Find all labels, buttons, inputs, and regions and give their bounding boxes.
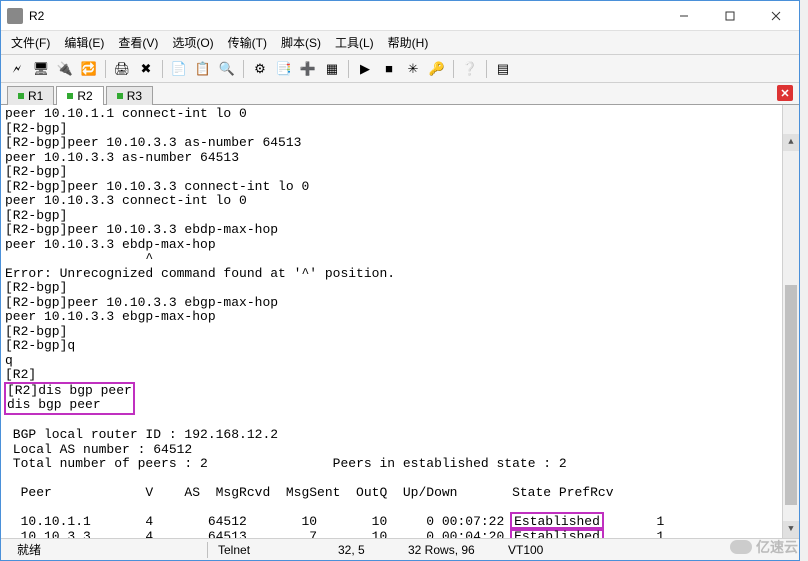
quick-connect-icon[interactable]: 🗲 bbox=[7, 59, 27, 79]
tab-r1[interactable]: R1 bbox=[7, 86, 54, 105]
tab-close-button[interactable]: ✕ bbox=[777, 85, 793, 101]
window-controls bbox=[661, 1, 799, 31]
minimize-button[interactable] bbox=[661, 1, 707, 31]
copy-icon[interactable]: 📄 bbox=[169, 59, 189, 79]
settings-icon[interactable]: ✳ bbox=[403, 59, 423, 79]
titlebar: R2 bbox=[1, 1, 799, 31]
disconnect-icon[interactable]: 🔌 bbox=[55, 59, 75, 79]
status-size: 32 Rows, 96 bbox=[398, 543, 498, 557]
key-icon[interactable]: 🔑 bbox=[427, 59, 447, 79]
toolbar-separator bbox=[486, 60, 487, 78]
menu-options[interactable]: 选项(O) bbox=[172, 34, 213, 51]
cloud-icon bbox=[730, 540, 752, 554]
minimize-icon bbox=[679, 11, 689, 21]
watermark: 亿速云 bbox=[730, 537, 798, 557]
cmd-prompt: [R2] bbox=[7, 383, 38, 398]
session-options-icon[interactable]: ⚙ bbox=[250, 59, 270, 79]
bgp-row-2-state: Established bbox=[514, 529, 600, 539]
maximize-button[interactable] bbox=[707, 1, 753, 31]
toggle-pane-icon[interactable]: ▤ bbox=[493, 59, 513, 79]
script-run-icon[interactable]: ▶ bbox=[355, 59, 375, 79]
vertical-scrollbar[interactable]: ▲ ▼ bbox=[782, 105, 799, 538]
menu-script[interactable]: 脚本(S) bbox=[281, 34, 321, 51]
toolbar-separator bbox=[243, 60, 244, 78]
menubar: 文件(F) 编辑(E) 查看(V) 选项(O) 传输(T) 脚本(S) 工具(L… bbox=[1, 31, 799, 55]
toolbar-separator bbox=[348, 60, 349, 78]
menu-help[interactable]: 帮助(H) bbox=[388, 34, 429, 51]
scrollbar-thumb[interactable] bbox=[785, 285, 797, 505]
bgp-row-1-post: 1 bbox=[602, 514, 664, 529]
close-button[interactable] bbox=[753, 1, 799, 31]
status-cursor: 32, 5 bbox=[328, 543, 398, 557]
status-led-icon bbox=[67, 93, 73, 99]
find-icon[interactable]: 🔍 bbox=[217, 59, 237, 79]
app-icon bbox=[7, 8, 23, 24]
menu-edit[interactable]: 编辑(E) bbox=[64, 34, 104, 51]
status-term: VT100 bbox=[498, 543, 553, 557]
menu-view[interactable]: 查看(V) bbox=[118, 34, 158, 51]
help-icon[interactable]: ❔ bbox=[460, 59, 480, 79]
terminal-text-pre: peer 10.10.1.1 connect-int lo 0 [R2-bgp]… bbox=[5, 106, 395, 382]
status-ready: 就绪 bbox=[7, 541, 207, 558]
session-tabs: R1 R2 R3 ✕ bbox=[1, 83, 799, 105]
bgp-table-header: Peer V AS MsgRcvd MsgSent OutQ Up/Down S… bbox=[5, 485, 614, 500]
toolbar-separator bbox=[162, 60, 163, 78]
scroll-up-icon[interactable]: ▲ bbox=[783, 134, 799, 151]
toolbar-separator bbox=[453, 60, 454, 78]
script-stop-icon[interactable]: ■ bbox=[379, 59, 399, 79]
tab-r2[interactable]: R2 bbox=[56, 86, 103, 105]
toolbar: 🗲 🖥 🔌 🔁 🖨 ✖ 📄 📋 🔍 ⚙ 📑 ➕ ▦ ▶ ■ ✳ 🔑 ❔ ▤ bbox=[1, 55, 799, 83]
tab-r3[interactable]: R3 bbox=[106, 86, 153, 105]
maximize-icon bbox=[725, 11, 735, 21]
bgp-row-1-pre: 10.10.1.1 4 64512 10 10 0 00:07:22 bbox=[5, 514, 512, 529]
menu-transfer[interactable]: 传输(T) bbox=[228, 34, 267, 51]
tile-icon[interactable]: ▦ bbox=[322, 59, 342, 79]
reconnect-icon[interactable]: 🔁 bbox=[79, 59, 99, 79]
cmd-echo: dis bgp peer bbox=[7, 397, 101, 412]
scroll-down-icon[interactable]: ▼ bbox=[783, 521, 799, 538]
toolbar-separator bbox=[105, 60, 106, 78]
window-title: R2 bbox=[29, 9, 661, 23]
bgp-summary: BGP local router ID : 192.168.12.2 Local… bbox=[5, 427, 567, 471]
status-led-icon bbox=[18, 93, 24, 99]
statusbar: 就绪 Telnet 32, 5 32 Rows, 96 VT100 bbox=[1, 538, 799, 560]
status-led-icon bbox=[117, 93, 123, 99]
connect-icon[interactable]: 🖥 bbox=[31, 59, 51, 79]
terminal-output[interactable]: peer 10.10.1.1 connect-int lo 0 [R2-bgp]… bbox=[1, 105, 799, 538]
status-protocol: Telnet bbox=[208, 543, 328, 557]
cancel-icon[interactable]: ✖ bbox=[136, 59, 156, 79]
menu-file[interactable]: 文件(F) bbox=[11, 34, 50, 51]
bgp-row-2-pre: 10.10.3.3 4 64513 7 10 0 00:04:20 bbox=[5, 529, 512, 539]
dis-bgp-peer-cmd: dis bgp peer bbox=[38, 383, 132, 398]
log-icon[interactable]: 📑 bbox=[274, 59, 294, 79]
bgp-row-2-post: 1 bbox=[602, 529, 664, 539]
close-icon bbox=[771, 11, 781, 21]
new-tab-icon[interactable]: ➕ bbox=[298, 59, 318, 79]
paste-icon[interactable]: 📋 bbox=[193, 59, 213, 79]
print-icon[interactable]: 🖨 bbox=[112, 59, 132, 79]
menu-tools[interactable]: 工具(L) bbox=[335, 34, 374, 51]
